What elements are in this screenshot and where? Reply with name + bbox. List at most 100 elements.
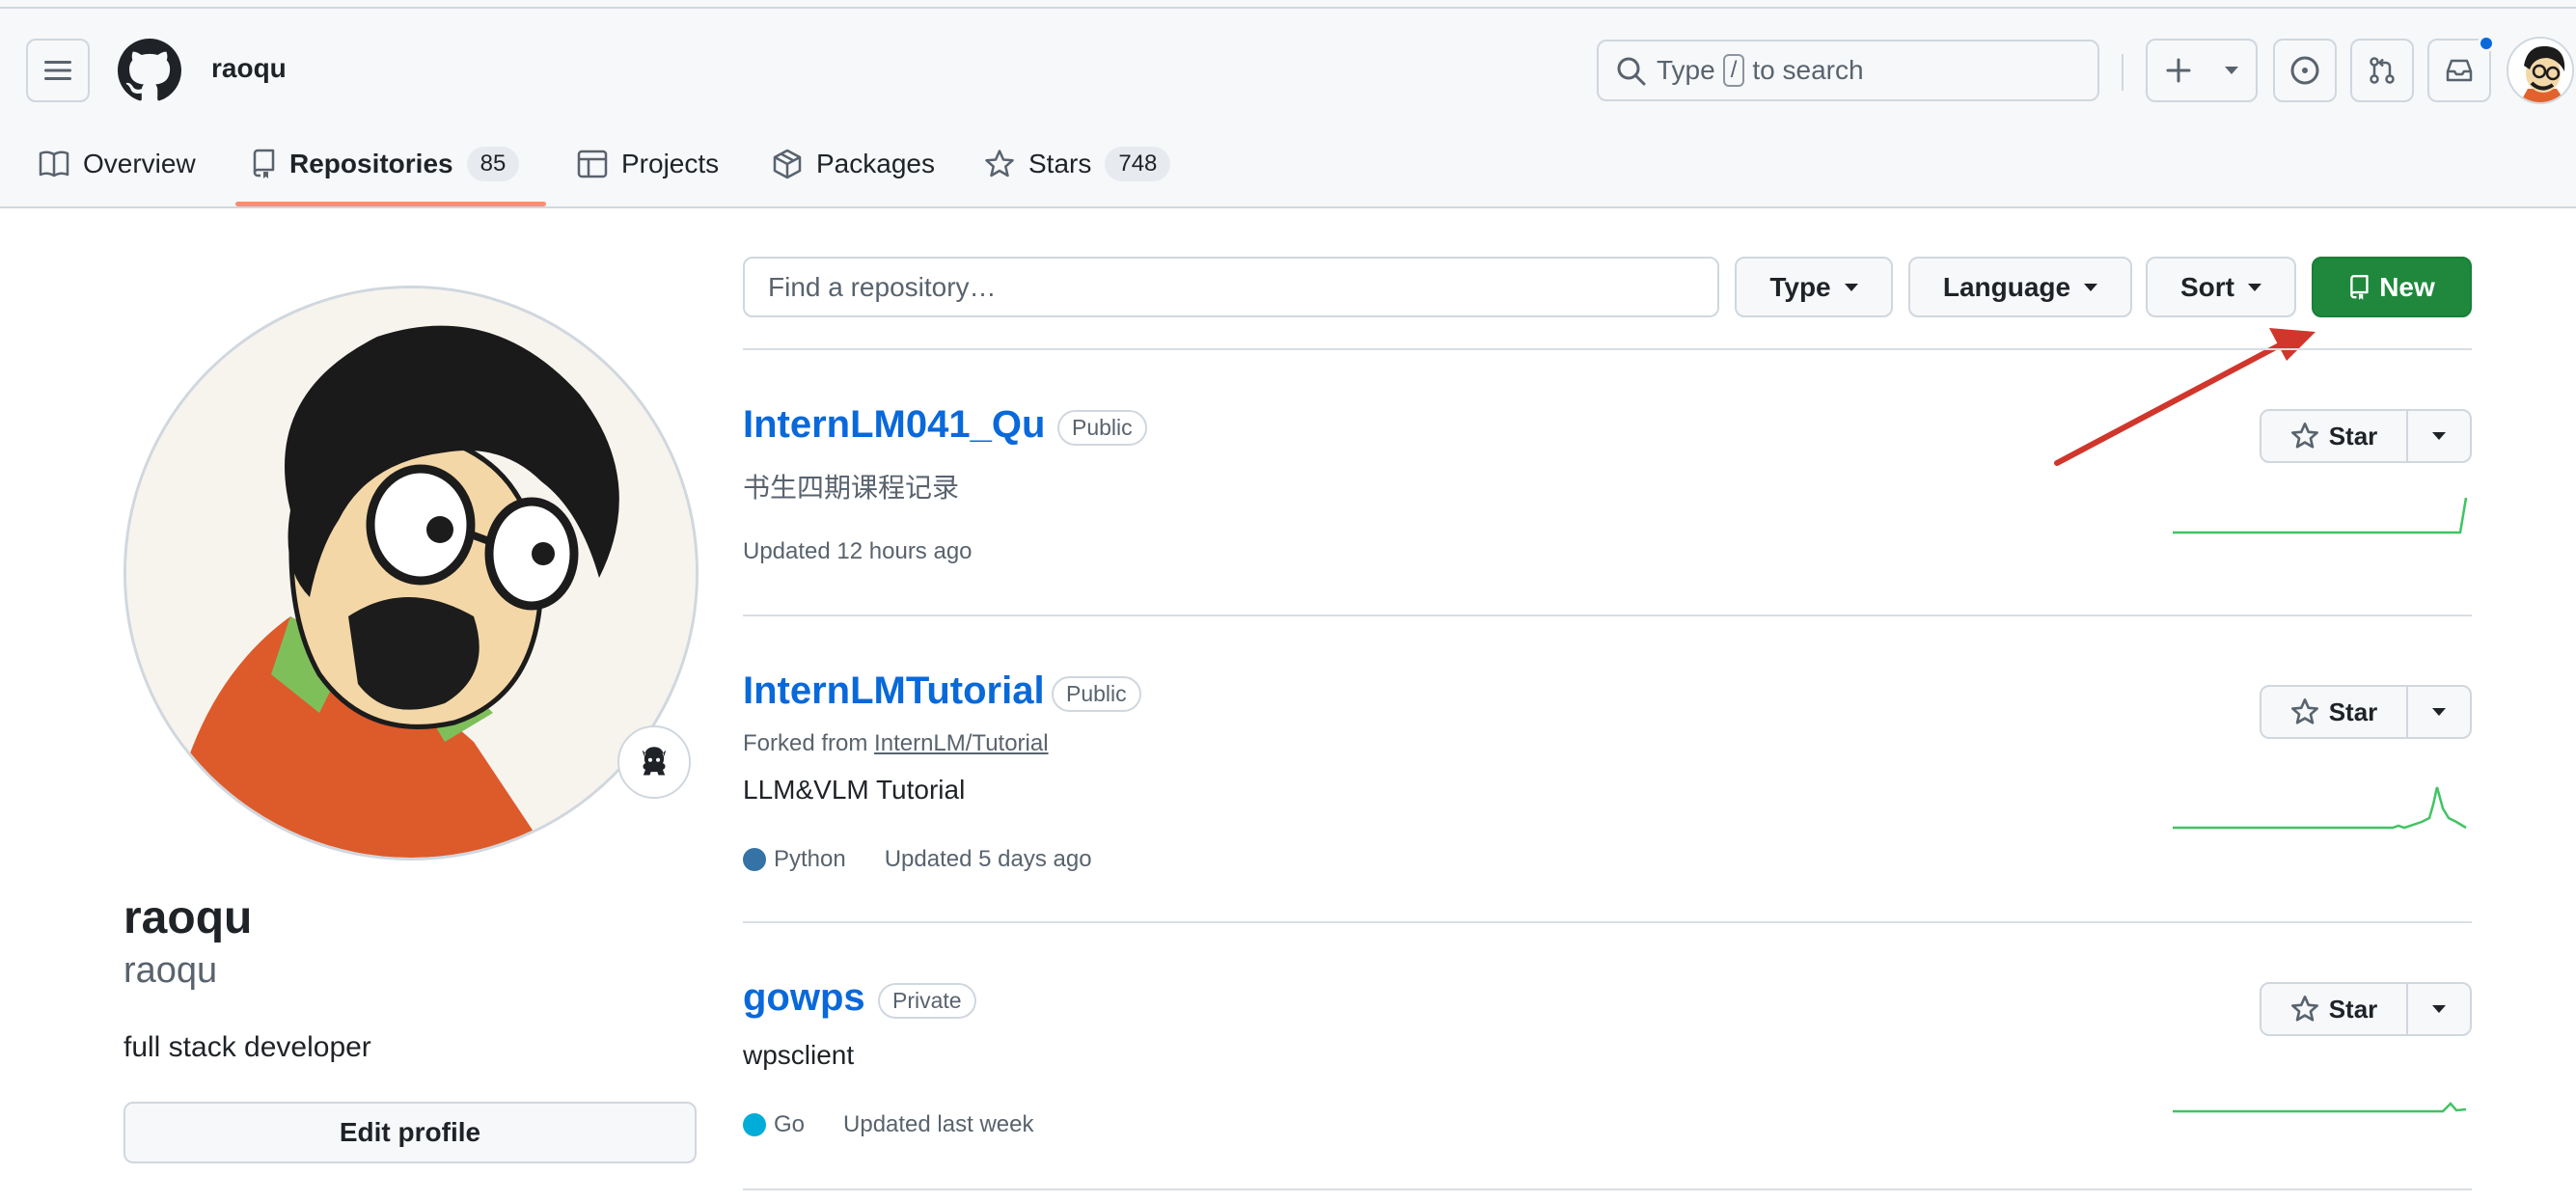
- list-divider: [743, 348, 2472, 350]
- repo-name-link[interactable]: InternLM041_Qu: [743, 403, 1045, 447]
- app-header: raoqu Type / to search Overview Reposito…: [0, 0, 2576, 208]
- star-label: Star: [2328, 421, 2378, 451]
- book-icon: [39, 150, 69, 178]
- star-button-group[interactable]: Star: [2260, 982, 2472, 1036]
- notification-indicator: [2478, 35, 2495, 52]
- chevron-down-icon: [2432, 432, 2446, 440]
- chevron-down-icon: [2432, 1005, 2446, 1013]
- activity-sparkline: [2173, 497, 2468, 534]
- user-avatar[interactable]: [2507, 37, 2574, 104]
- activity-sparkline: [2173, 786, 2467, 830]
- chevron-down-icon: [2084, 283, 2098, 291]
- star-list-dropdown[interactable]: [2408, 984, 2470, 1034]
- repo-updated: Updated 12 hours ago: [743, 538, 973, 564]
- repo-description: 书生四期课程记录: [743, 473, 960, 503]
- star-button-group[interactable]: Star: [2260, 409, 2472, 463]
- type-filter-label: Type: [1769, 271, 1831, 302]
- star-icon: [2290, 996, 2318, 1022]
- create-new-button[interactable]: [2146, 39, 2258, 102]
- chevron-down-icon: [1844, 283, 1858, 291]
- repo-updated: Updated 5 days ago: [884, 846, 1092, 872]
- star-icon: [2290, 698, 2318, 724]
- new-repository-button[interactable]: New: [2312, 257, 2472, 317]
- tab-repositories[interactable]: Repositories 85: [251, 143, 520, 185]
- hamburger-icon: [44, 61, 71, 80]
- chevron-down-icon: [2248, 283, 2261, 291]
- tab-stars[interactable]: Stars 748: [984, 143, 1171, 185]
- plus-icon: [2166, 58, 2191, 83]
- issue-opened-icon: [2290, 56, 2319, 85]
- github-logo-icon[interactable]: [118, 39, 181, 102]
- activity-sparkline: [2173, 1102, 2467, 1113]
- chevron-down-icon: [2225, 67, 2238, 74]
- menu-button[interactable]: [26, 39, 90, 102]
- profile-login: raoqu: [123, 950, 218, 991]
- language-color-dot: [743, 1113, 766, 1136]
- status-octocat-icon[interactable]: [617, 725, 691, 799]
- tab-repositories-label: Repositories: [289, 149, 453, 178]
- repositories-count: 85: [466, 147, 520, 181]
- type-filter-button[interactable]: Type: [1735, 257, 1893, 317]
- tab-projects-label: Projects: [621, 149, 720, 178]
- repo-icon: [251, 149, 276, 179]
- language-filter-label: Language: [1942, 271, 2071, 302]
- visibility-badge: Public: [1057, 410, 1147, 446]
- new-repository-label: New: [2379, 271, 2435, 302]
- language-filter-button[interactable]: Language: [1908, 257, 2132, 317]
- search-suffix: to search: [1752, 55, 1864, 85]
- tab-packages-label: Packages: [816, 149, 935, 178]
- tab-packages[interactable]: Packages: [772, 143, 935, 185]
- repo-name-link[interactable]: InternLMTutorial: [743, 669, 1045, 713]
- sort-button[interactable]: Sort: [2146, 257, 2296, 317]
- profile-fullname: raoqu: [123, 892, 253, 943]
- selected-tab-indicator: [235, 202, 546, 206]
- visibility-badge: Private: [878, 983, 976, 1019]
- star-button[interactable]: Star: [2261, 687, 2408, 737]
- repo-updated: Updated last week: [843, 1111, 1034, 1137]
- header-divider: [2122, 54, 2124, 91]
- list-divider: [743, 921, 2472, 923]
- repo-description: wpsclient: [743, 1040, 855, 1070]
- search-prefix: Type: [1657, 55, 1715, 85]
- star-list-dropdown[interactable]: [2408, 687, 2470, 737]
- find-repository-input[interactable]: Find a repository…: [743, 257, 1719, 317]
- pull-requests-button[interactable]: [2350, 39, 2414, 102]
- table-icon: [577, 149, 608, 179]
- tab-stars-label: Stars: [1028, 149, 1092, 178]
- tab-overview[interactable]: Overview: [39, 143, 196, 185]
- repo-language: Go: [774, 1111, 806, 1137]
- issues-button[interactable]: [2273, 39, 2337, 102]
- search-input[interactable]: Type / to search: [1597, 40, 2099, 101]
- repo-meta: Go Updated last week: [743, 1111, 1033, 1138]
- inbox-icon: [2446, 59, 2473, 82]
- search-icon: [1617, 57, 1646, 86]
- forked-prefix: Forked from: [743, 730, 868, 756]
- language-color-dot: [743, 848, 766, 871]
- sort-label: Sort: [2180, 271, 2234, 302]
- repo-icon: [2350, 274, 2369, 300]
- star-button[interactable]: Star: [2261, 984, 2408, 1034]
- star-label: Star: [2328, 994, 2378, 1024]
- tab-overview-label: Overview: [83, 149, 196, 178]
- top-border: [0, 7, 2576, 9]
- repo-language: Python: [774, 846, 846, 872]
- tab-projects[interactable]: Projects: [577, 143, 719, 185]
- git-pull-request-icon: [2370, 57, 2395, 84]
- star-button-group[interactable]: Star: [2260, 685, 2472, 739]
- header-username[interactable]: raoqu: [211, 53, 287, 84]
- star-icon: [984, 149, 1015, 179]
- chevron-down-icon: [2432, 708, 2446, 716]
- star-button[interactable]: Star: [2261, 411, 2408, 461]
- star-icon: [2290, 423, 2318, 449]
- profile-avatar[interactable]: [123, 286, 699, 861]
- star-list-dropdown[interactable]: [2408, 411, 2470, 461]
- forked-from-link[interactable]: InternLM/Tutorial: [874, 730, 1049, 756]
- edit-profile-button[interactable]: Edit profile: [123, 1102, 697, 1163]
- forked-from: Forked from InternLM/Tutorial: [743, 730, 1049, 757]
- search-shortcut-key: /: [1722, 54, 1745, 87]
- repo-description: LLM&VLM Tutorial: [743, 775, 966, 805]
- repo-name-link[interactable]: gowps: [743, 976, 865, 1020]
- repo-meta: Python Updated 5 days ago: [743, 846, 1092, 873]
- list-divider: [743, 1188, 2472, 1190]
- repo-meta: Updated 12 hours ago: [743, 538, 973, 565]
